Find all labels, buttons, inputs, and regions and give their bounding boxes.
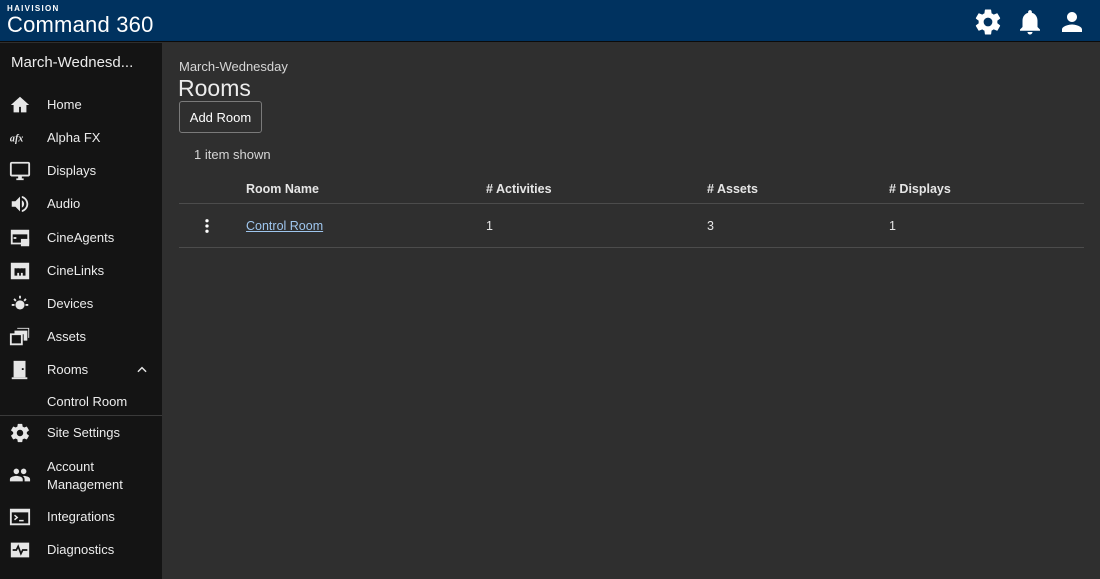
sidebar-item-label: Home: [47, 97, 82, 112]
sidebar-item-account-management[interactable]: Account Management: [0, 459, 162, 495]
sidebar-item-assets[interactable]: Assets: [0, 321, 162, 353]
sidebar-subitem-control-room[interactable]: Control Room: [0, 388, 162, 416]
sidebar-item-cineagents[interactable]: CineAgents: [0, 222, 162, 254]
sidebar-item-label: Alpha FX: [47, 130, 101, 145]
sidebar-item-devices[interactable]: Devices: [0, 288, 162, 320]
sidebar-item-label: Audio: [47, 196, 81, 211]
svg-text:afx: afx: [10, 134, 23, 145]
cinelinks-icon: [9, 260, 31, 282]
home-icon: [9, 94, 31, 116]
devices-icon: [9, 293, 31, 315]
sidebar-item-label: CineLinks: [47, 263, 105, 278]
app-logo[interactable]: HAIVISION Command 360: [7, 4, 154, 37]
item-count: 1 item shown: [194, 147, 271, 162]
row-menu-icon[interactable]: [198, 216, 216, 236]
room-displays-count: 1: [889, 219, 896, 233]
sidebar-item-rooms[interactable]: Rooms: [0, 354, 162, 386]
room-activities-count: 1: [486, 219, 493, 233]
sidebar-item-cinelinks[interactable]: CineLinks: [0, 255, 162, 287]
people-icon: [9, 464, 31, 486]
top-bar: HAIVISION Command 360: [0, 0, 1100, 42]
column-header-room-name[interactable]: Room Name: [246, 182, 319, 196]
sidebar-item-label: Rooms: [47, 362, 89, 377]
room-assets-count: 3: [707, 219, 714, 233]
sidebar-item-label: Account Management: [47, 459, 123, 492]
terminal-icon: [9, 506, 31, 528]
sidebar-item-label: CineAgents: [47, 230, 115, 245]
sidebar-item-label: Site Settings: [47, 425, 120, 440]
room-name-link[interactable]: Control Room: [246, 219, 323, 233]
gear-icon: [9, 422, 31, 444]
settings-icon[interactable]: [973, 7, 1003, 37]
chevron-up-icon[interactable]: [135, 363, 149, 377]
sidebar: March-Wednesd... Home afx Alpha FX Displ…: [0, 43, 162, 579]
sidebar-subitem-label: Control Room: [47, 394, 128, 409]
product-name: Command 360: [7, 12, 154, 37]
sidebar-divider: [0, 415, 162, 416]
sidebar-item-site-settings[interactable]: Site Settings: [0, 417, 162, 449]
column-header-displays[interactable]: # Displays: [889, 182, 951, 196]
sidebar-item-label: Integrations: [47, 509, 115, 524]
sidebar-item-label: Assets: [47, 329, 87, 344]
sidebar-item-integrations[interactable]: Integrations: [0, 501, 162, 533]
column-header-activities[interactable]: # Activities: [486, 182, 552, 196]
breadcrumb[interactable]: March-Wednesday: [179, 59, 288, 74]
site-selector[interactable]: March-Wednesd...: [11, 54, 133, 71]
monitor-icon: [9, 160, 31, 182]
sidebar-item-label: Displays: [47, 163, 97, 178]
sidebar-item-diagnostics[interactable]: Diagnostics: [0, 534, 162, 566]
sidebar-item-home[interactable]: Home: [0, 89, 162, 121]
table-row-divider: [179, 247, 1084, 248]
table-header-divider: [179, 203, 1084, 204]
column-header-assets[interactable]: # Assets: [707, 182, 758, 196]
bell-icon[interactable]: [1015, 7, 1045, 37]
sidebar-item-displays[interactable]: Displays: [0, 155, 162, 187]
sidebar-item-label: Diagnostics: [47, 542, 115, 557]
page-title: Rooms: [178, 75, 251, 101]
assets-icon: [9, 326, 31, 348]
pulse-icon: [9, 539, 31, 561]
speaker-icon: [9, 193, 31, 215]
sidebar-item-label: Devices: [47, 296, 94, 311]
add-room-button[interactable]: Add Room: [179, 101, 262, 133]
user-icon[interactable]: [1057, 7, 1087, 37]
sidebar-item-alpha-fx[interactable]: afx Alpha FX: [0, 122, 162, 154]
alpha-fx-icon: afx: [9, 127, 31, 149]
cineagents-icon: [9, 227, 31, 249]
door-icon: [9, 359, 31, 381]
sidebar-item-audio[interactable]: Audio: [0, 188, 162, 220]
